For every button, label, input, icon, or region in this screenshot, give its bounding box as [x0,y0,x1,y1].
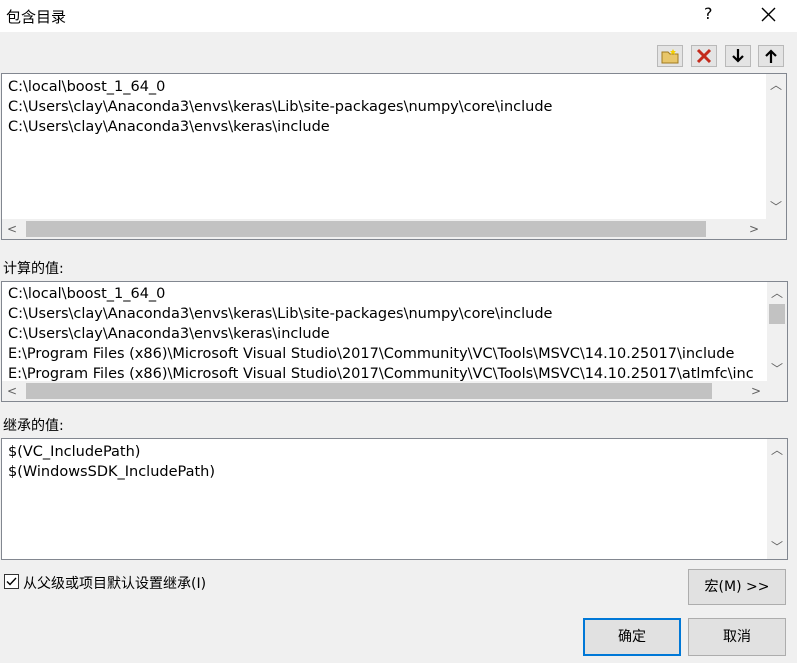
scroll-right-icon[interactable]: > [746,222,762,236]
scroll-thumb[interactable] [26,383,712,399]
list-item: C:\Users\clay\Anaconda3\envs\keras\Lib\s… [8,306,553,322]
scroll-down-icon[interactable]: ﹀ [769,362,785,376]
macros-button[interactable]: 宏(M) >> [688,569,786,605]
scroll-up-icon[interactable]: ︿ [769,286,785,300]
help-button[interactable]: ? [704,4,713,23]
list-item: $(VC_IncludePath) [8,444,141,460]
horizontal-scrollbar[interactable]: < > [2,219,766,239]
inherited-values-label: 继承的值: [3,418,64,434]
delete-icon[interactable] [691,45,717,67]
move-up-icon[interactable] [758,45,784,67]
list-item[interactable]: C:\local\boost_1_64_0 [8,77,165,97]
vertical-scrollbar[interactable]: ︿ ﹀ [767,439,787,559]
scroll-left-icon[interactable]: < [4,384,20,398]
scroll-corner [767,381,787,401]
vertical-scrollbar[interactable]: ︿ ﹀ [766,74,786,221]
title-bar [0,0,797,32]
list-item: E:\Program Files (x86)\Microsoft Visual … [8,346,735,362]
dialog-title: 包含目录 [6,8,67,26]
scroll-corner [766,219,786,239]
inherited-values-list: $(VC_IncludePath) $(WindowsSDK_IncludePa… [1,438,788,560]
list-item: C:\local\boost_1_64_0 [8,286,166,302]
evaluated-values-list: C:\local\boost_1_64_0 C:\Users\clay\Anac… [1,281,788,402]
list-item[interactable]: C:\Users\clay\Anaconda3\envs\keras\Lib\s… [8,97,552,117]
ok-button[interactable]: 确定 [583,618,681,656]
list-item: $(WindowsSDK_IncludePath) [8,464,216,480]
new-folder-icon[interactable] [657,45,683,67]
checkmark-icon [6,577,17,586]
inherit-checkbox[interactable] [4,574,19,589]
list-item[interactable]: C:\Users\clay\Anaconda3\envs\keras\inclu… [8,117,330,137]
scroll-right-icon[interactable]: > [748,384,764,398]
evaluated-values-label: 计算的值: [3,261,64,277]
scroll-up-icon[interactable]: ︿ [769,443,785,457]
scroll-up-icon[interactable]: ︿ [768,78,784,92]
scroll-left-icon[interactable]: < [4,222,20,236]
scroll-thumb[interactable] [769,304,785,324]
scroll-thumb[interactable] [26,221,706,237]
scroll-down-icon[interactable]: ﹀ [768,200,784,214]
scroll-down-icon[interactable]: ﹀ [769,540,785,554]
move-down-icon[interactable] [725,45,751,67]
close-icon[interactable] [757,2,781,26]
inherit-checkbox-label[interactable]: 从父级或项目默认设置继承(I) [23,573,206,593]
include-dirs-editor[interactable]: C:\local\boost_1_64_0 C:\Users\clay\Anac… [1,73,787,240]
cancel-button[interactable]: 取消 [688,618,786,656]
list-item: C:\Users\clay\Anaconda3\envs\keras\inclu… [8,326,330,342]
horizontal-scrollbar[interactable]: < > [2,381,767,401]
vertical-scrollbar[interactable]: ︿ ﹀ [767,282,787,381]
